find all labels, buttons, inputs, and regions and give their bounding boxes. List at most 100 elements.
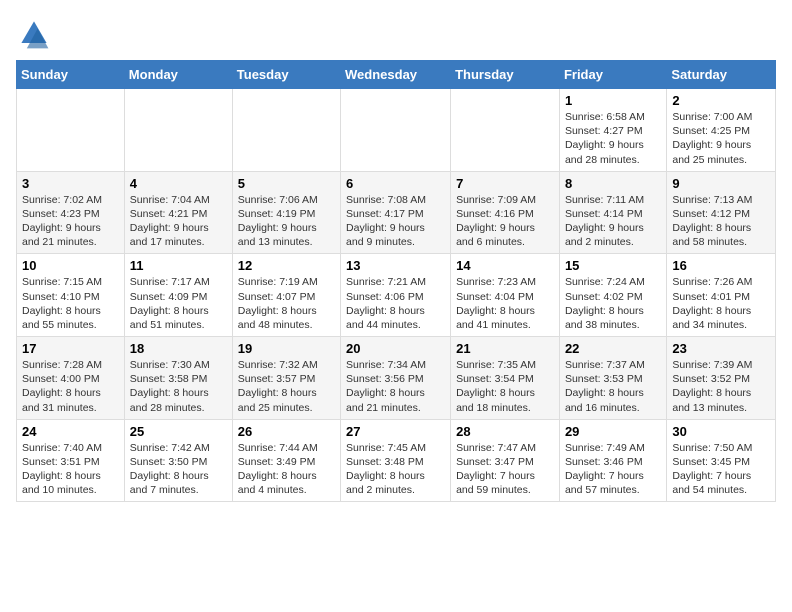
day-number: 11 — [130, 258, 227, 273]
day-number: 1 — [565, 93, 661, 108]
weekday-header: Wednesday — [341, 61, 451, 89]
calendar-cell: 26 Sunrise: 7:44 AMSunset: 3:49 PMDayligh… — [232, 419, 340, 502]
day-number: 19 — [238, 341, 335, 356]
calendar-cell: 7 Sunrise: 7:09 AMSunset: 4:16 PMDaylight… — [451, 171, 560, 254]
calendar-cell: 25Sunrise: 7:42 AMSunset: 3:50 PMDayligh… — [124, 419, 232, 502]
day-info: Sunrise: 7:40 AMSunset: 3:51 PMDaylight:… — [22, 441, 119, 498]
day-number: 3 — [22, 176, 119, 191]
day-number: 17 — [22, 341, 119, 356]
calendar-cell: 12 Sunrise: 7:19 AMSunset: 4:07 PMDayligh… — [232, 254, 340, 337]
day-info: Sunrise: 7:08 AMSunset: 4:17 PMDaylight:… — [346, 193, 445, 250]
day-number: 16 — [672, 258, 770, 273]
day-info: Sunrise: 7:09 AMSunset: 4:16 PMDaylight:… — [456, 193, 554, 250]
day-number: 12 — [238, 258, 335, 273]
day-number: 5 — [238, 176, 335, 191]
calendar-cell: 28Sunrise: 7:47 AMSunset: 3:47 PMDayligh… — [451, 419, 560, 502]
page-header — [16, 16, 776, 52]
calendar-cell: 2Sunrise: 7:00 AMSunset: 4:25 PMDaylight… — [667, 89, 776, 172]
calendar-cell: 6 Sunrise: 7:08 AMSunset: 4:17 PMDaylight… — [341, 171, 451, 254]
calendar-week-row: 3 Sunrise: 7:02 AMSunset: 4:23 PMDaylight… — [17, 171, 776, 254]
calendar-cell — [232, 89, 340, 172]
calendar-cell: 8 Sunrise: 7:11 AMSunset: 4:14 PMDaylight… — [559, 171, 666, 254]
calendar-cell: 17 Sunrise: 7:28 AMSunset: 4:00 PMDayligh… — [17, 337, 125, 420]
calendar-cell: 24 Sunrise: 7:40 AMSunset: 3:51 PMDayligh… — [17, 419, 125, 502]
day-number: 25 — [130, 424, 227, 439]
calendar-cell: 16 Sunrise: 7:26 AMSunset: 4:01 PMDayligh… — [667, 254, 776, 337]
day-info: Sunrise: 7:32 AMSunset: 3:57 PMDaylight:… — [238, 358, 335, 415]
day-info: Sunrise: 6:58 AMSunset: 4:27 PMDaylight:… — [565, 110, 661, 167]
day-number: 21 — [456, 341, 554, 356]
day-number: 10 — [22, 258, 119, 273]
day-info: Sunrise: 7:28 AMSunset: 4:00 PMDaylight:… — [22, 358, 119, 415]
calendar-cell: 30 Sunrise: 7:50 AMSunset: 3:45 PMDayligh… — [667, 419, 776, 502]
calendar-cell: 14 Sunrise: 7:23 AMSunset: 4:04 PMDayligh… — [451, 254, 560, 337]
day-info: Sunrise: 7:19 AMSunset: 4:07 PMDaylight:… — [238, 275, 335, 332]
day-number: 4 — [130, 176, 227, 191]
day-info: Sunrise: 7:30 AMSunset: 3:58 PMDaylight:… — [130, 358, 227, 415]
day-info: Sunrise: 7:11 AMSunset: 4:14 PMDaylight:… — [565, 193, 661, 250]
calendar-cell — [451, 89, 560, 172]
day-info: Sunrise: 7:45 AMSunset: 3:48 PMDaylight:… — [346, 441, 445, 498]
day-info: Sunrise: 7:49 AMSunset: 3:46 PMDaylight:… — [565, 441, 661, 498]
logo-icon — [16, 16, 52, 52]
day-number: 13 — [346, 258, 445, 273]
calendar-cell: 13 Sunrise: 7:21 AMSunset: 4:06 PMDayligh… — [341, 254, 451, 337]
calendar-cell: 3 Sunrise: 7:02 AMSunset: 4:23 PMDaylight… — [17, 171, 125, 254]
day-number: 22 — [565, 341, 661, 356]
weekday-header: Tuesday — [232, 61, 340, 89]
calendar-cell: 4 Sunrise: 7:04 AMSunset: 4:21 PMDaylight… — [124, 171, 232, 254]
calendar-cell: 29 Sunrise: 7:49 AMSunset: 3:46 PMDayligh… — [559, 419, 666, 502]
weekday-header: Friday — [559, 61, 666, 89]
calendar-header-row: SundayMondayTuesdayWednesdayThursdayFrid… — [17, 61, 776, 89]
calendar-cell: 22 Sunrise: 7:37 AMSunset: 3:53 PMDayligh… — [559, 337, 666, 420]
day-number: 29 — [565, 424, 661, 439]
calendar-cell: 15 Sunrise: 7:24 AMSunset: 4:02 PMDayligh… — [559, 254, 666, 337]
day-info: Sunrise: 7:34 AMSunset: 3:56 PMDaylight:… — [346, 358, 445, 415]
calendar-cell: 5 Sunrise: 7:06 AMSunset: 4:19 PMDaylight… — [232, 171, 340, 254]
weekday-header: Monday — [124, 61, 232, 89]
day-info: Sunrise: 7:24 AMSunset: 4:02 PMDaylight:… — [565, 275, 661, 332]
calendar-cell: 10 Sunrise: 7:15 AMSunset: 4:10 PMDayligh… — [17, 254, 125, 337]
weekday-header: Thursday — [451, 61, 560, 89]
day-number: 7 — [456, 176, 554, 191]
day-number: 23 — [672, 341, 770, 356]
day-number: 24 — [22, 424, 119, 439]
day-info: Sunrise: 7:35 AMSunset: 3:54 PMDaylight:… — [456, 358, 554, 415]
day-number: 18 — [130, 341, 227, 356]
day-info: Sunrise: 7:21 AMSunset: 4:06 PMDaylight:… — [346, 275, 445, 332]
day-number: 14 — [456, 258, 554, 273]
calendar-week-row: 24 Sunrise: 7:40 AMSunset: 3:51 PMDayligh… — [17, 419, 776, 502]
logo — [16, 16, 56, 52]
day-info: Sunrise: 7:50 AMSunset: 3:45 PMDaylight:… — [672, 441, 770, 498]
day-number: 27 — [346, 424, 445, 439]
day-info: Sunrise: 7:26 AMSunset: 4:01 PMDaylight:… — [672, 275, 770, 332]
day-info: Sunrise: 7:23 AMSunset: 4:04 PMDaylight:… — [456, 275, 554, 332]
day-number: 8 — [565, 176, 661, 191]
calendar-week-row: 17 Sunrise: 7:28 AMSunset: 4:00 PMDayligh… — [17, 337, 776, 420]
weekday-header: Saturday — [667, 61, 776, 89]
calendar-cell: 21 Sunrise: 7:35 AMSunset: 3:54 PMDayligh… — [451, 337, 560, 420]
day-number: 9 — [672, 176, 770, 191]
day-info: Sunrise: 7:44 AMSunset: 3:49 PMDaylight:… — [238, 441, 335, 498]
calendar-cell — [341, 89, 451, 172]
day-number: 15 — [565, 258, 661, 273]
day-number: 6 — [346, 176, 445, 191]
calendar-cell: 11Sunrise: 7:17 AMSunset: 4:09 PMDayligh… — [124, 254, 232, 337]
calendar-week-row: 1 Sunrise: 6:58 AMSunset: 4:27 PMDaylight… — [17, 89, 776, 172]
day-info: Sunrise: 7:13 AMSunset: 4:12 PMDaylight:… — [672, 193, 770, 250]
calendar-cell — [17, 89, 125, 172]
day-info: Sunrise: 7:04 AMSunset: 4:21 PMDaylight:… — [130, 193, 227, 250]
day-info: Sunrise: 7:06 AMSunset: 4:19 PMDaylight:… — [238, 193, 335, 250]
day-info: Sunrise: 7:39 AMSunset: 3:52 PMDaylight:… — [672, 358, 770, 415]
calendar-cell: 18 Sunrise: 7:30 AMSunset: 3:58 PMDayligh… — [124, 337, 232, 420]
day-info: Sunrise: 7:15 AMSunset: 4:10 PMDaylight:… — [22, 275, 119, 332]
day-number: 30 — [672, 424, 770, 439]
calendar-week-row: 10 Sunrise: 7:15 AMSunset: 4:10 PMDayligh… — [17, 254, 776, 337]
day-info: Sunrise: 7:02 AMSunset: 4:23 PMDaylight:… — [22, 193, 119, 250]
calendar-cell: 20Sunrise: 7:34 AMSunset: 3:56 PMDayligh… — [341, 337, 451, 420]
day-info: Sunrise: 7:37 AMSunset: 3:53 PMDaylight:… — [565, 358, 661, 415]
day-info: Sunrise: 7:47 AMSunset: 3:47 PMDaylight:… — [456, 441, 554, 498]
calendar-cell: 27 Sunrise: 7:45 AMSunset: 3:48 PMDayligh… — [341, 419, 451, 502]
day-number: 26 — [238, 424, 335, 439]
calendar-table: SundayMondayTuesdayWednesdayThursdayFrid… — [16, 60, 776, 502]
